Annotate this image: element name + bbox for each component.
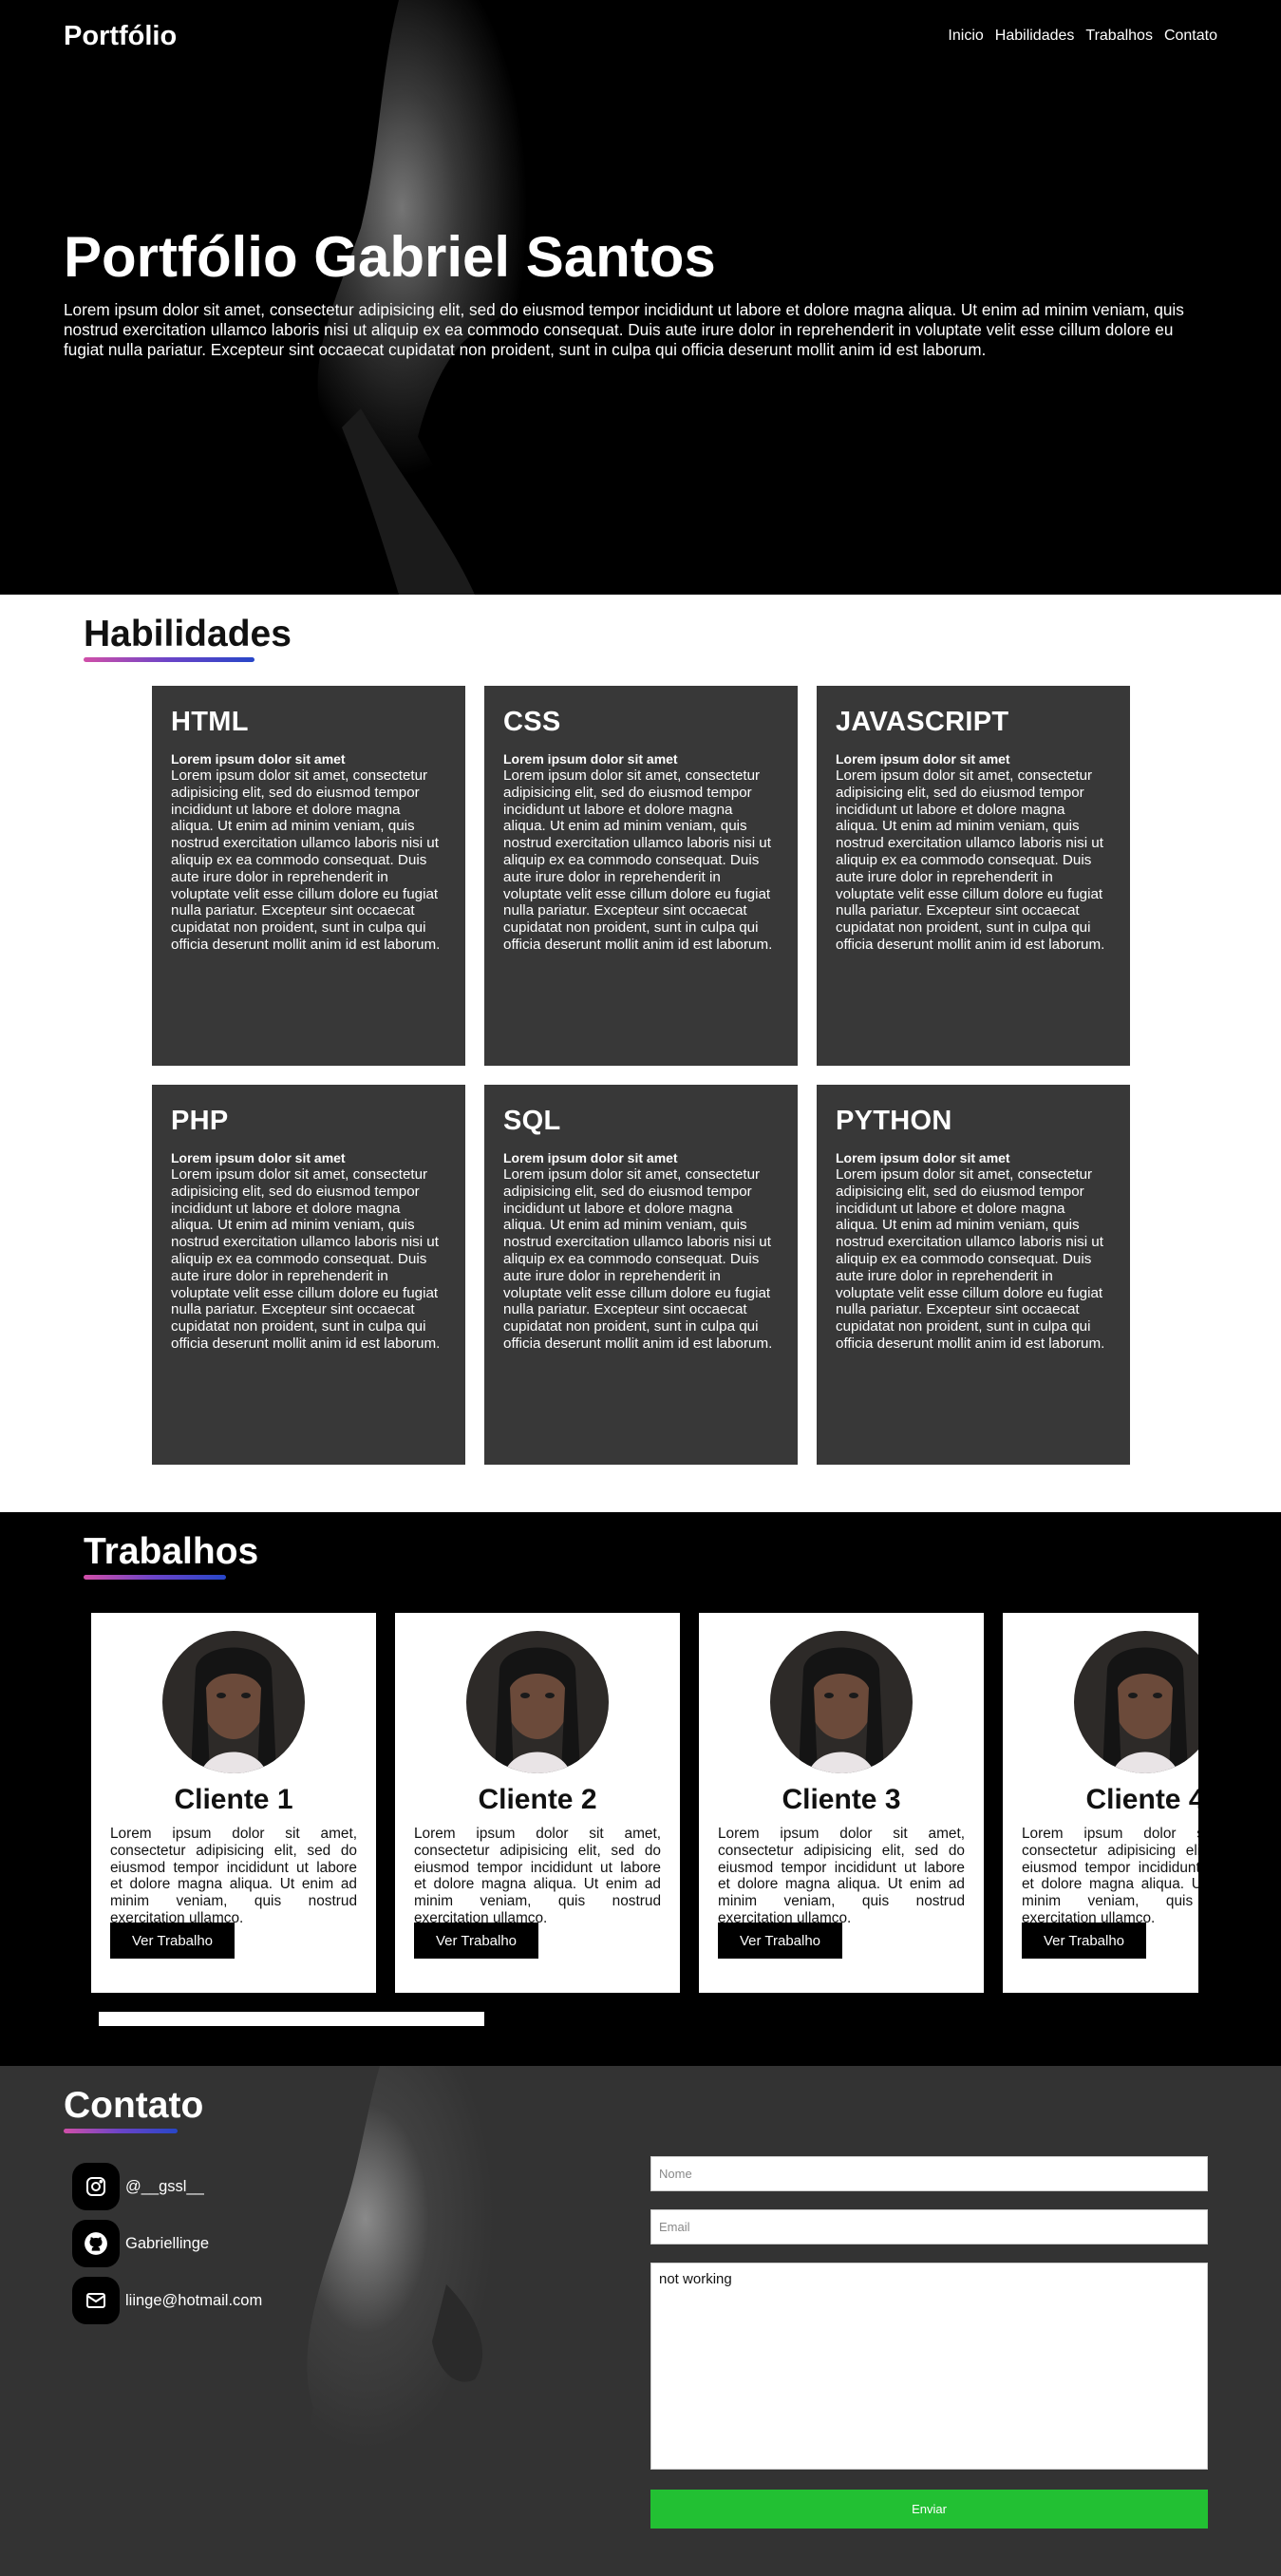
contact-instagram[interactable]: @__gssl__ [72,2163,204,2210]
skill-description: Lorem ipsum dolor sit amet, consectetur … [503,767,773,953]
contact-section: Contato @__gssl__ Gabriellinge liinge@ho… [0,2066,1281,2576]
skill-subtitle: Lorem ipsum dolor sit amet [503,751,678,767]
nav-link-habilidades[interactable]: Habilidades [995,28,1075,45]
skill-subtitle: Lorem ipsum dolor sit amet [503,1150,678,1165]
works-title-text: Trabalhos [84,1531,259,1572]
nav-link-contato[interactable]: Contato [1164,28,1217,45]
work-description: Lorem ipsum dolor sit amet, consectetur … [414,1826,661,1926]
skill-name: PYTHON [836,1106,952,1136]
email-address: liinge@hotmail.com [125,2291,263,2309]
email-input[interactable] [650,2209,1208,2245]
contact-title-text: Contato [64,2085,204,2126]
send-button[interactable]: Enviar [650,2490,1208,2529]
client-name: Cliente 2 [478,1784,597,1815]
skill-description: Lorem ipsum dolor sit amet, consectetur … [171,767,441,953]
work-card: Cliente 1 Lorem ipsum dolor sit amet, co… [91,1613,376,1993]
title-underline [84,1575,226,1580]
skill-description: Lorem ipsum dolor sit amet, consectetur … [836,1166,1105,1352]
skills-section-title: Habilidades [84,614,292,662]
name-input[interactable] [650,2156,1208,2191]
hero-description: Lorem ipsum dolor sit amet, consectetur … [64,300,1184,359]
skill-subtitle: Lorem ipsum dolor sit amet [836,751,1010,767]
contact-email[interactable]: liinge@hotmail.com [72,2277,262,2324]
ver-trabalho-button[interactable]: Ver Trabalho [110,1923,235,1959]
works-carousel[interactable]: Cliente 1 Lorem ipsum dolor sit amet, co… [91,1613,1198,1993]
skill-card-javascript: JAVASCRIPT Lorem ipsum dolor sit amet Lo… [817,686,1130,1066]
work-description: Lorem ipsum dolor sit amet, consectetur … [1022,1826,1198,1926]
skills-section: Habilidades HTML Lorem ipsum dolor sit a… [0,595,1281,1512]
client-name: Cliente 4 [1085,1784,1198,1815]
contact-github[interactable]: Gabriellinge [72,2220,209,2267]
site-logo[interactable]: Portfólio [64,21,177,52]
skill-subtitle: Lorem ipsum dolor sit amet [836,1150,1010,1165]
work-description: Lorem ipsum dolor sit amet, consectetur … [110,1826,357,1926]
hero-section: Portfólio Inicio Habilidades Trabalhos C… [0,0,1281,595]
skill-description: Lorem ipsum dolor sit amet, consectetur … [503,1166,773,1352]
client-avatar [162,1631,305,1773]
client-avatar [1074,1631,1198,1773]
message-textarea[interactable]: not working [650,2263,1208,2470]
works-section: Trabalhos Cliente 1 Lorem ipsum dolor si… [0,1512,1281,2066]
ver-trabalho-button[interactable]: Ver Trabalho [1022,1923,1146,1959]
skill-subtitle: Lorem ipsum dolor sit amet [171,751,346,767]
skill-card-sql: SQL Lorem ipsum dolor sit amet Lorem ips… [484,1085,798,1465]
instagram-icon [72,2163,120,2210]
github-icon [72,2220,120,2267]
skill-description: Lorem ipsum dolor sit amet, consectetur … [171,1166,441,1352]
skill-name: HTML [171,707,249,737]
client-avatar [770,1631,913,1773]
ver-trabalho-button[interactable]: Ver Trabalho [414,1923,538,1959]
works-section-title: Trabalhos [84,1531,259,1580]
work-description: Lorem ipsum dolor sit amet, consectetur … [718,1826,965,1926]
hero-title: Portfólio Gabriel Santos [64,225,716,289]
skill-card-php: PHP Lorem ipsum dolor sit amet Lorem ips… [152,1085,465,1465]
client-name: Cliente 1 [174,1784,293,1815]
work-card: Cliente 4 Lorem ipsum dolor sit amet, co… [1003,1613,1198,1993]
main-nav: Inicio Habilidades Trabalhos Contato [948,28,1217,45]
client-avatar [466,1631,609,1773]
instagram-handle: @__gssl__ [125,2177,204,2195]
work-card: Cliente 2 Lorem ipsum dolor sit amet, co… [395,1613,680,1993]
envelope-icon [72,2277,120,2324]
skill-description: Lorem ipsum dolor sit amet, consectetur … [836,767,1105,953]
contact-section-title: Contato [64,2085,204,2133]
skills-title-text: Habilidades [84,614,292,654]
client-name: Cliente 3 [782,1784,901,1815]
skill-name: JAVASCRIPT [836,707,1009,737]
nav-link-trabalhos[interactable]: Trabalhos [1085,28,1153,45]
carousel-scrollbar[interactable] [99,2012,484,2026]
skill-card-python: PYTHON Lorem ipsum dolor sit amet Lorem … [817,1085,1130,1465]
hero-portrait-photo [0,0,1281,595]
title-underline [84,657,254,662]
skill-card-html: HTML Lorem ipsum dolor sit amet Lorem ip… [152,686,465,1066]
skill-card-css: CSS Lorem ipsum dolor sit amet Lorem ips… [484,686,798,1066]
ver-trabalho-button[interactable]: Ver Trabalho [718,1923,842,1959]
work-card: Cliente 3 Lorem ipsum dolor sit amet, co… [699,1613,984,1993]
skill-name: CSS [503,707,561,737]
skill-name: PHP [171,1106,229,1136]
title-underline [64,2129,178,2133]
nav-link-inicio[interactable]: Inicio [948,28,983,45]
skill-name: SQL [503,1106,561,1136]
skill-subtitle: Lorem ipsum dolor sit amet [171,1150,346,1165]
github-username: Gabriellinge [125,2234,210,2252]
